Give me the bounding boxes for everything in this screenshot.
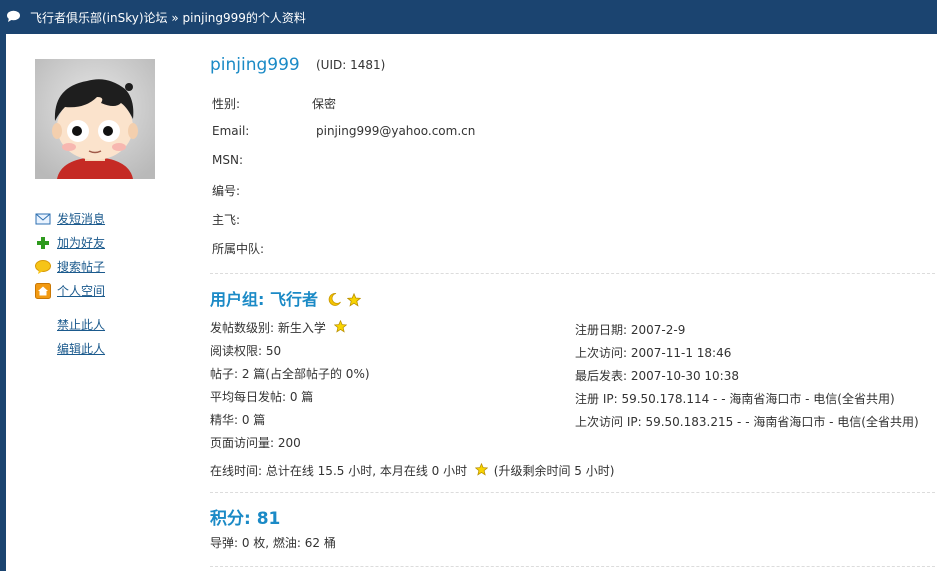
stat-last-post: 最后发表: 2007-10-30 10:38 <box>575 369 739 383</box>
divider <box>210 566 935 567</box>
breadcrumb: 飞行者俱乐部(inSky)论坛 » pinjing999的个人资料 <box>30 9 306 26</box>
field-label: 主飞: <box>212 213 241 227</box>
usergroup-title: 用户组: 飞行者 <box>210 290 318 309</box>
points-heading: 积分: 81 <box>210 509 281 529</box>
avatar <box>35 59 155 179</box>
sidebar-admin-actions: 禁止此人 编辑此人 <box>57 317 105 365</box>
points-detail: 导弹: 0 枚, 燃油: 62 桶 <box>210 536 336 550</box>
online-time-text: 在线时间: 总计在线 15.5 小时, 本月在线 0 小时 <box>210 464 468 478</box>
header-bar: 飞行者俱乐部(inSky)论坛 » pinjing999的个人资料 <box>0 0 937 33</box>
star-icon <box>347 293 362 307</box>
star-icon <box>333 320 347 333</box>
field-label: 所属中队: <box>212 242 265 256</box>
stat-digest: 精华: 0 篇 <box>210 413 266 427</box>
home-icon <box>35 283 51 299</box>
ban-user-link[interactable]: 禁止此人 <box>57 317 105 341</box>
stat-last-visit-ip: 上次访问 IP: 59.50.183.215 - - 海南省海口市 - 电信(全… <box>575 415 919 429</box>
breadcrumb-forum-link[interactable]: 飞行者俱乐部(inSky)论坛 <box>30 11 168 25</box>
stat-online-time: 在线时间: 总计在线 15.5 小时, 本月在线 0 小时 (升级剩余时间 5 … <box>210 462 614 479</box>
stat-page-views: 页面访问量: 200 <box>210 436 301 450</box>
field-label: Email: <box>212 124 250 138</box>
stat-register-date: 注册日期: 2007-2-9 <box>575 323 686 337</box>
stat-posts: 帖子: 2 篇(占全部帖子的 0%) <box>210 367 370 381</box>
send-message-link[interactable]: 发短消息 <box>57 210 105 228</box>
post-level-text: 发帖数级别: 新生入学 <box>210 321 326 335</box>
stat-read-permission: 阅读权限: 50 <box>210 344 282 358</box>
stat-daily-posts: 平均每日发帖: 0 篇 <box>210 390 314 404</box>
star-icon <box>474 463 488 476</box>
speech-bubble-icon <box>7 10 20 22</box>
field-value: 保密 <box>312 97 337 111</box>
divider <box>210 492 935 493</box>
field-label: 编号: <box>212 184 241 198</box>
stat-register-ip: 注册 IP: 59.50.178.114 - - 海南省海口市 - 电信(全省共… <box>575 392 895 406</box>
breadcrumb-current-page: pinjing999的个人资料 <box>182 11 306 25</box>
profile-panel: 发短消息 加为好友 搜索帖子 个人空间 禁止此人 编辑此人 pinjing999… <box>6 34 937 571</box>
edit-user-link[interactable]: 编辑此人 <box>57 341 105 365</box>
stat-post-level: 发帖数级别: 新生入学 <box>210 319 347 336</box>
field-label: MSN: <box>212 153 243 167</box>
personal-space-link[interactable]: 个人空间 <box>57 282 105 300</box>
search-posts-link[interactable]: 搜索帖子 <box>57 258 105 276</box>
breadcrumb-separator: » <box>171 11 179 25</box>
stat-last-visit: 上次访问: 2007-11-1 18:46 <box>575 346 732 360</box>
envelope-icon <box>35 213 51 225</box>
cartoon-avatar-image <box>35 59 155 179</box>
field-label: 性别: <box>212 97 241 111</box>
upgrade-time-text: (升级剩余时间 5 小时) <box>493 464 615 478</box>
email-value[interactable]: pinjing999@yahoo.com.cn <box>316 124 475 138</box>
profile-username: pinjing999 <box>210 55 300 75</box>
add-friend-link[interactable]: 加为好友 <box>57 234 105 252</box>
plus-icon <box>37 237 49 249</box>
moon-icon <box>328 293 341 306</box>
speech-bubble-icon <box>35 260 51 274</box>
divider <box>210 273 935 274</box>
usergroup-heading: 用户组: 飞行者 <box>210 286 362 310</box>
profile-uid: (UID: 1481) <box>316 58 386 72</box>
